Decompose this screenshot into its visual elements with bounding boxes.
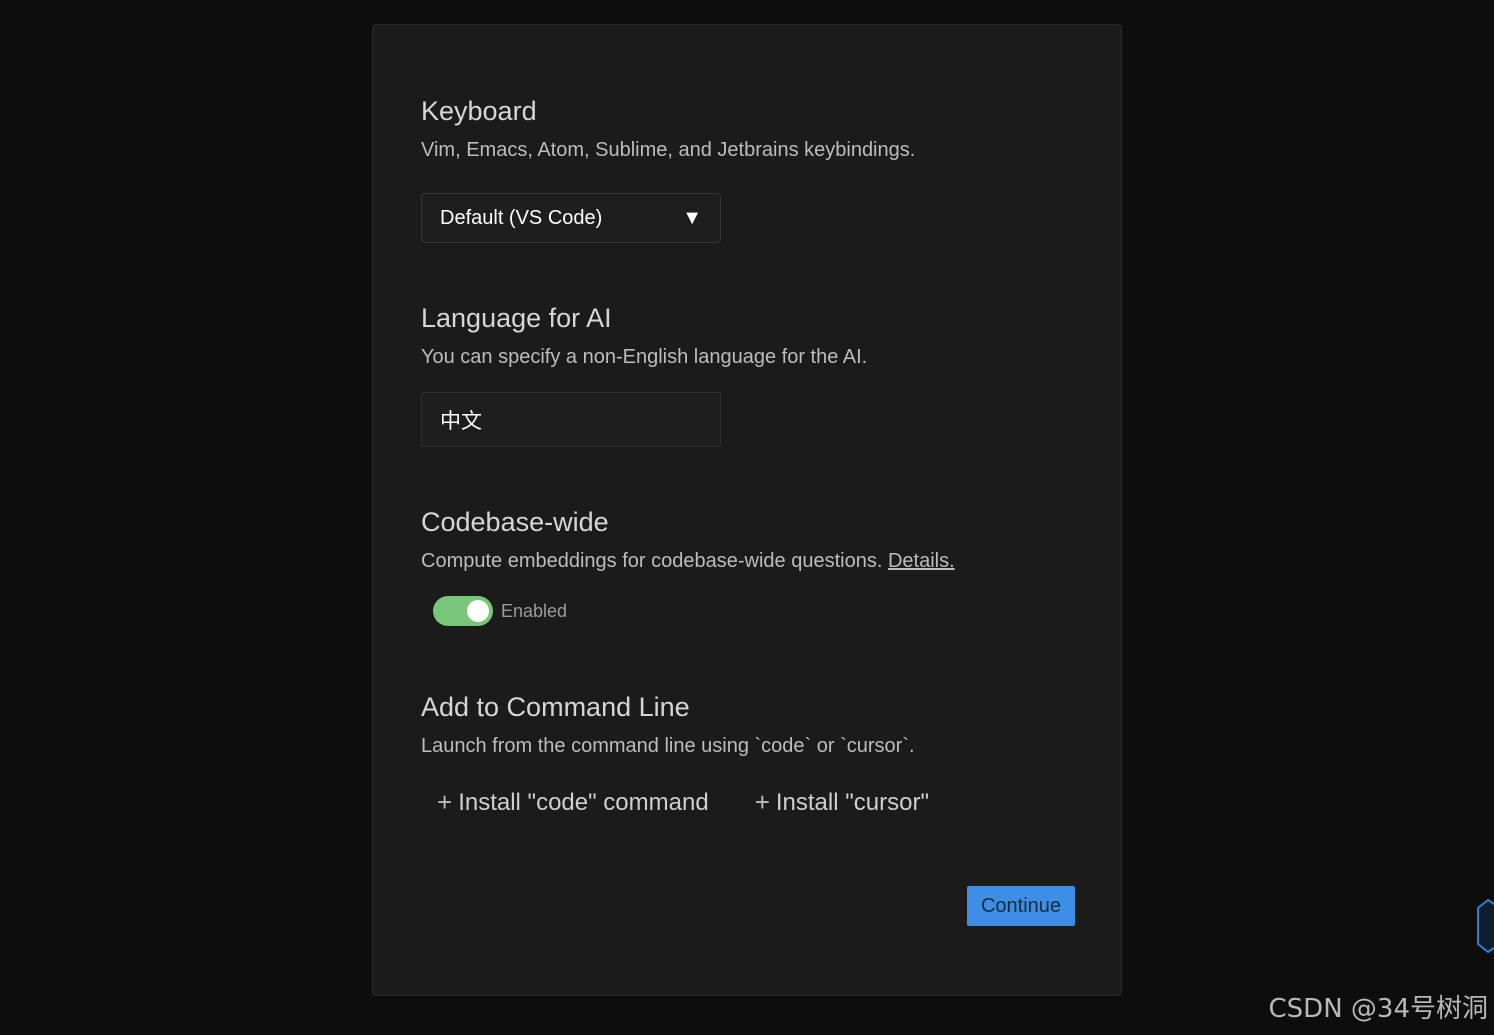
keybinding-selected-value: Default (VS Code) — [440, 206, 603, 229]
language-description: You can specify a non-English language f… — [421, 346, 868, 368]
codebase-description-row: Compute embeddings for codebase-wide que… — [421, 548, 955, 574]
floating-hex-badge-icon[interactable] — [1476, 898, 1494, 954]
dropdown-arrow-icon: ▼ — [682, 206, 702, 229]
onboarding-panel: Keyboard Vim, Emacs, Atom, Sublime, and … — [372, 24, 1122, 996]
install-code-label: Install "code" command — [458, 788, 709, 816]
install-cursor-label: Install "cursor" — [775, 788, 929, 816]
language-title: Language for AI — [421, 303, 612, 333]
codebase-toggle[interactable] — [433, 596, 493, 626]
watermark: CSDN @34号树洞 — [1268, 994, 1488, 1024]
toggle-label: Enabled — [501, 600, 568, 621]
install-code-command-button[interactable]: + Install "code" command — [437, 787, 709, 818]
codebase-description: Compute embeddings for codebase-wide que… — [421, 550, 883, 572]
keyboard-section: Keyboard Vim, Emacs, Atom, Sublime, and … — [421, 95, 915, 163]
keyboard-description: Vim, Emacs, Atom, Sublime, and Jetbrains… — [421, 139, 916, 161]
install-cursor-command-button[interactable]: + Install "cursor" — [755, 787, 929, 818]
keyboard-title: Keyboard — [421, 96, 537, 126]
command-line-title: Add to Command Line — [421, 692, 690, 722]
continue-button[interactable]: Continue — [967, 886, 1075, 926]
plus-icon: + — [437, 787, 453, 817]
language-input[interactable] — [421, 392, 721, 447]
toggle-knob — [467, 600, 489, 622]
install-commands-row: + Install "code" command + Install "curs… — [437, 787, 929, 818]
codebase-title: Codebase-wide — [421, 507, 609, 537]
codebase-toggle-row: Enabled — [433, 596, 567, 626]
plus-icon: + — [754, 787, 770, 817]
command-line-section: Add to Command Line Launch from the comm… — [421, 691, 915, 759]
codebase-section: Codebase-wide Compute embeddings for cod… — [421, 506, 955, 574]
command-line-description: Launch from the command line using `code… — [421, 735, 915, 757]
details-link[interactable]: Details. — [888, 550, 955, 572]
language-section: Language for AI You can specify a non-En… — [421, 302, 867, 370]
keybinding-select[interactable]: Default (VS Code) ▼ — [421, 193, 721, 243]
